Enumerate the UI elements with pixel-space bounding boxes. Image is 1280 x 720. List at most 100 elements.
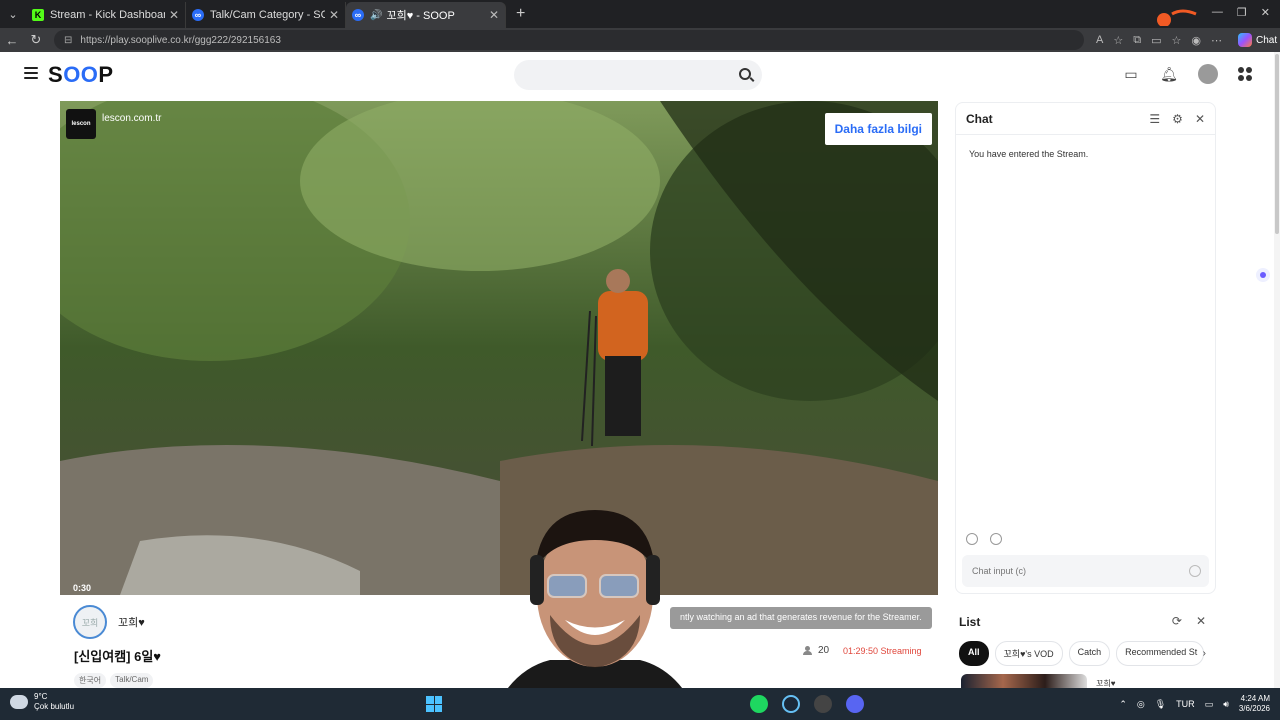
list-tab-catch[interactable]: Catch bbox=[1068, 641, 1111, 666]
kick-icon: K bbox=[32, 9, 44, 21]
tag-language[interactable]: 한국어 bbox=[74, 673, 107, 688]
viewer-count: 20 bbox=[802, 645, 829, 656]
weather-widget[interactable]: 9°C Çok bulutlu bbox=[10, 692, 74, 712]
list-title: List bbox=[959, 615, 981, 629]
user-avatar-icon[interactable] bbox=[1198, 64, 1218, 84]
spotify-icon[interactable] bbox=[750, 695, 768, 713]
chat-system-message: You have entered the Stream. bbox=[969, 149, 1089, 159]
tab-stream[interactable]: ∞ 🔊 꼬희♥ - SOOP ✕ bbox=[346, 2, 506, 28]
close-tab-icon[interactable]: ✕ bbox=[169, 8, 179, 22]
extensions-icon[interactable]: ⧉ bbox=[1133, 34, 1141, 47]
menu-icon[interactable] bbox=[24, 67, 38, 79]
tray-chevron-icon[interactable]: ⌃ bbox=[1119, 699, 1127, 710]
broadcast-icon[interactable]: ▭ bbox=[1122, 65, 1140, 83]
mic-icon[interactable]: 🎙︎ bbox=[1155, 699, 1166, 710]
steam-icon[interactable] bbox=[782, 695, 800, 713]
discord-icon[interactable] bbox=[846, 695, 864, 713]
emoji-icon[interactable] bbox=[1189, 565, 1201, 577]
volume-icon[interactable]: 🔊︎ bbox=[1223, 699, 1229, 710]
ad-brand[interactable]: lescon lescon.com.tr bbox=[66, 109, 161, 139]
apps-grid-icon[interactable] bbox=[1238, 67, 1252, 81]
star-balloon-icon[interactable] bbox=[966, 533, 978, 545]
list-tab-all[interactable]: All bbox=[959, 641, 989, 666]
site-info-icon[interactable]: ⊟ bbox=[64, 35, 72, 46]
copilot-chat-button[interactable]: Chat bbox=[1237, 33, 1278, 47]
page-scrollbar[interactable] bbox=[1274, 52, 1280, 688]
language-indicator[interactable]: TUR bbox=[1176, 699, 1195, 709]
tab-title: Stream - Kick Dashboard bbox=[50, 9, 165, 21]
profile-icon[interactable]: ◉ bbox=[1191, 34, 1201, 47]
list-item-thumbnail[interactable] bbox=[961, 674, 1087, 688]
copilot-chat-label: Chat bbox=[1255, 34, 1278, 46]
time: 4:24 AM bbox=[1240, 694, 1270, 703]
close-icon[interactable]: ✕ bbox=[1196, 614, 1206, 628]
chat-header: Chat ☰ ⚙ ✕ bbox=[956, 103, 1215, 135]
more-icon[interactable]: ⋯ bbox=[1211, 34, 1222, 47]
windows-taskbar: 9°C Çok bulutlu ⌃ ◎ 🎙︎ TUR ▭ 🔊︎ 4:24 AM … bbox=[0, 688, 1280, 720]
streamer-avatar[interactable]: 꼬희 bbox=[73, 605, 107, 639]
read-aloud-icon[interactable]: A bbox=[1096, 34, 1103, 46]
stream-title: [신입여캠] 6일♥ bbox=[74, 649, 162, 664]
ad-domain[interactable]: lescon.com.tr bbox=[102, 113, 161, 124]
favorite-star-icon[interactable]: ☆ bbox=[1113, 34, 1123, 47]
list-item-name[interactable]: 꼬희♥ bbox=[1096, 678, 1115, 688]
date: 3/6/2026 bbox=[1238, 704, 1270, 713]
close-window-icon[interactable]: ✕ bbox=[1261, 6, 1270, 19]
tab-actions-menu[interactable]: ⌄ bbox=[0, 0, 26, 28]
scroll-thumb[interactable] bbox=[1275, 54, 1279, 234]
chat-input[interactable] bbox=[962, 555, 1209, 587]
bell-icon[interactable]: 🔔︎ bbox=[1160, 65, 1178, 83]
address-bar-row: ← ↻ ⊟ https://play.sooplive.co.kr/ggg222… bbox=[0, 28, 1280, 52]
windows-start-icon[interactable] bbox=[426, 696, 442, 712]
profile-art-icon bbox=[1157, 9, 1197, 26]
soop-icon: ∞ bbox=[192, 9, 204, 21]
search-input[interactable] bbox=[514, 60, 762, 90]
more-info-button[interactable]: Daha fazla bilgi bbox=[824, 113, 932, 145]
webcam-overlay bbox=[490, 510, 700, 720]
list-panel: List ⟳ ✕ All 꼬희♥'s VOD Catch Recommended… bbox=[955, 608, 1216, 688]
weather-text: 9°C Çok bulutlu bbox=[34, 692, 74, 712]
stream-tags: 한국어 Talk/Cam bbox=[74, 673, 154, 688]
tab-title: Talk/Cam Category - SOOP bbox=[210, 9, 325, 21]
obs-icon[interactable] bbox=[814, 695, 832, 713]
new-tab-button[interactable]: + bbox=[516, 5, 525, 23]
collections-icon[interactable]: ☆ bbox=[1171, 34, 1181, 47]
list-tab-recommended[interactable]: Recommended St bbox=[1116, 641, 1205, 666]
clock[interactable]: 4:24 AM 3/6/2026 bbox=[1239, 694, 1270, 714]
close-tab-icon[interactable]: ✕ bbox=[329, 8, 339, 22]
soop-icon: ∞ bbox=[352, 9, 364, 21]
list-header-icons: ⟳ ✕ bbox=[1172, 614, 1206, 628]
list-tab-vod[interactable]: 꼬희♥'s VOD bbox=[994, 641, 1063, 666]
back-icon[interactable]: ← bbox=[0, 33, 24, 48]
tab-talkcam-category[interactable]: ∞ Talk/Cam Category - SOOP ✕ bbox=[186, 2, 346, 28]
sidebar-assistant-icon[interactable] bbox=[1256, 268, 1270, 282]
browser-tab-bar: ⌄ K Stream - Kick Dashboard ✕ ∞ Talk/Cam… bbox=[0, 0, 1280, 28]
speaker-icon[interactable]: 🔊 bbox=[370, 10, 382, 21]
tab-kick-dashboard[interactable]: K Stream - Kick Dashboard ✕ bbox=[26, 2, 186, 28]
split-screen-icon[interactable]: ▭ bbox=[1151, 34, 1161, 47]
url-field[interactable]: ⊟ https://play.sooplive.co.kr/ggg222/292… bbox=[54, 30, 1084, 50]
maximize-icon[interactable]: ❐ bbox=[1237, 6, 1247, 19]
network-icon[interactable]: ▭ bbox=[1205, 699, 1214, 710]
soop-logo[interactable]: SOOP bbox=[48, 62, 114, 88]
chat-header-icons: ☰ ⚙ ✕ bbox=[1149, 112, 1205, 126]
refresh-icon[interactable]: ⟳ bbox=[1172, 614, 1182, 628]
close-tab-icon[interactable]: ✕ bbox=[489, 8, 499, 22]
reload-icon[interactable]: ↻ bbox=[24, 32, 48, 48]
streamer-name[interactable]: 꼬희♥ bbox=[118, 614, 145, 630]
ad-balloon-icon[interactable] bbox=[990, 533, 1002, 545]
minimize-icon[interactable]: — bbox=[1212, 6, 1223, 19]
toolbar-icons: A ☆ ⧉ ▭ ☆ ◉ ⋯ Chat bbox=[1096, 33, 1277, 47]
settings-gear-icon[interactable]: ⚙ bbox=[1172, 112, 1183, 126]
chevron-right-icon[interactable]: › bbox=[1203, 648, 1206, 659]
search-icon[interactable] bbox=[739, 68, 751, 80]
tray-app-icon[interactable]: ◎ bbox=[1137, 699, 1145, 710]
temperature: 9°C bbox=[34, 692, 48, 701]
url-text: https://play.sooplive.co.kr/ggg222/29215… bbox=[80, 34, 281, 46]
close-icon[interactable]: ✕ bbox=[1195, 112, 1205, 126]
weather-condition: Çok bulutlu bbox=[34, 702, 75, 711]
participants-icon[interactable]: ☰ bbox=[1149, 112, 1160, 126]
list-filter-tabs: All 꼬희♥'s VOD Catch Recommended St bbox=[959, 641, 1205, 666]
tag-category[interactable]: Talk/Cam bbox=[110, 673, 154, 688]
copilot-icon bbox=[1237, 33, 1252, 47]
